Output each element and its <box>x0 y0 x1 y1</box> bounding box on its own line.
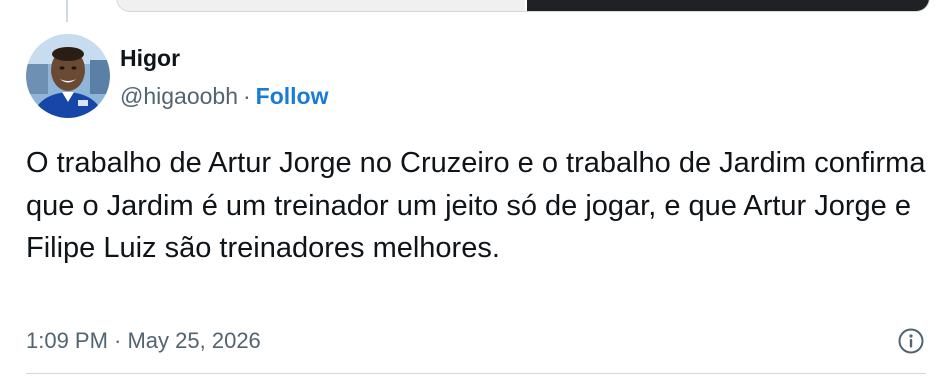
tweet-header: Higor @higaoobh · Follow <box>26 34 329 118</box>
handle-row: @higaoobh · Follow <box>120 82 329 110</box>
tweet-text: O trabalho de Artur Jorge no Cruzeiro e … <box>26 147 926 264</box>
tweet-timestamp[interactable]: 1:09 PM · May 25, 2026 <box>26 328 261 354</box>
avatar[interactable] <box>26 34 110 118</box>
bottom-divider <box>26 373 926 374</box>
info-icon[interactable] <box>896 326 926 356</box>
previous-tweet-media[interactable] <box>116 0 930 12</box>
separator-dot: · <box>243 83 251 109</box>
tweet-footer: 1:09 PM · May 25, 2026 <box>26 325 926 357</box>
display-name[interactable]: Higor <box>120 44 329 72</box>
user-meta: Higor @higaoobh · Follow <box>120 34 329 110</box>
user-handle[interactable]: @higaoobh <box>120 83 238 109</box>
previous-media-dark-panel <box>527 0 929 11</box>
follow-button[interactable]: Follow <box>256 83 329 109</box>
previous-media-light-panel <box>117 0 525 11</box>
avatar-photo-icon <box>26 34 110 118</box>
thread-connector-line <box>66 0 68 22</box>
